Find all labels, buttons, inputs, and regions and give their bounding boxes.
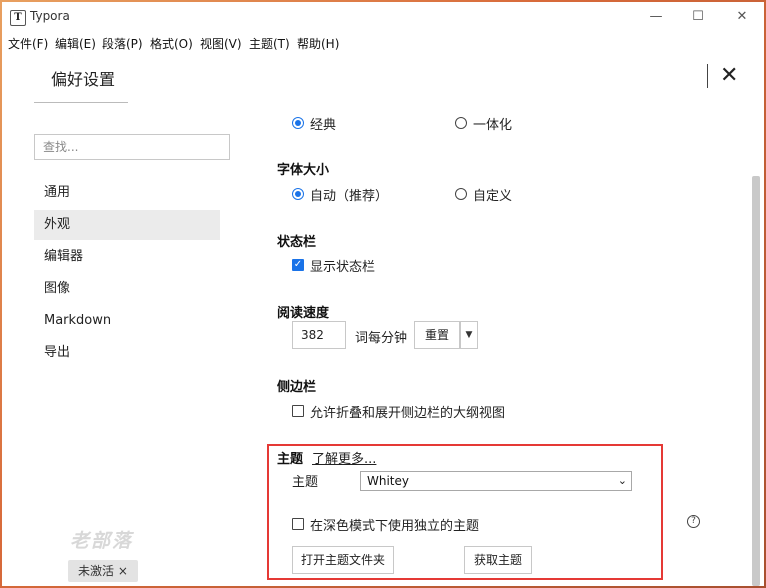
theme-select[interactable]: Whitey ⌄ — [360, 471, 632, 491]
sidebar-item-appearance[interactable]: 外观 — [34, 210, 220, 240]
chevron-down-icon: ⌄ — [617, 474, 627, 487]
sidebar-item-editor[interactable]: 编辑器 — [34, 242, 220, 272]
watermark-text: 老部落 — [70, 530, 134, 552]
window-title: Typora — [30, 9, 70, 23]
preferences-title: 偏好设置 — [51, 70, 116, 89]
reset-speed-button[interactable]: 重置 — [414, 321, 460, 349]
help-icon[interactable]: ? — [687, 515, 700, 528]
status-bar-heading: 状态栏 — [277, 235, 317, 250]
sidebar-item-image[interactable]: 图像 — [34, 274, 220, 304]
menu-bar: 文件(F) 编辑(E) 段落(P) 格式(O) 视图(V) 主题(T) 帮助(H… — [2, 32, 764, 54]
show-status-bar-checkbox[interactable]: ✓ — [292, 259, 304, 271]
radio-font-custom[interactable] — [455, 188, 467, 200]
reading-speed-unit: 词每分钟 — [355, 331, 408, 346]
radio-classic[interactable] — [292, 117, 304, 129]
radio-unified-label: 一体化 — [473, 118, 513, 133]
radio-unified[interactable] — [455, 117, 467, 129]
allow-outline-fold-checkbox[interactable] — [292, 405, 304, 417]
reset-dropdown-arrow[interactable]: ▼ — [460, 321, 478, 349]
content-scrollbar[interactable] — [752, 176, 760, 586]
allow-outline-fold-label: 允许折叠和展开侧边栏的大纲视图 — [310, 406, 506, 421]
show-status-bar-label: 显示状态栏 — [310, 260, 376, 275]
preferences-header: 偏好设置 ✕ — [2, 54, 764, 102]
menu-format[interactable]: 格式(O) — [150, 35, 193, 52]
open-theme-folder-button[interactable]: 打开主题文件夹 — [292, 546, 394, 574]
reading-speed-input[interactable] — [292, 321, 346, 349]
maximize-button[interactable]: ☐ — [684, 8, 712, 26]
radio-classic-label: 经典 — [310, 118, 337, 133]
theme-select-label: 主题 — [292, 475, 319, 490]
sidebar-item-export[interactable]: 导出 — [34, 338, 220, 368]
menu-paragraph[interactable]: 段落(P) — [102, 35, 143, 52]
sidebar-item-general[interactable]: 通用 — [34, 178, 220, 208]
header-divider — [707, 64, 708, 88]
theme-heading: 主题 — [277, 452, 304, 467]
radio-font-auto-label: 自动（推荐） — [310, 189, 389, 204]
menu-help[interactable]: 帮助(H) — [297, 35, 339, 52]
title-bar: T Typora — ☐ ✕ — [2, 2, 764, 32]
preferences-search-input[interactable] — [34, 134, 230, 160]
reading-speed-heading: 阅读速度 — [277, 306, 330, 321]
radio-font-custom-label: 自定义 — [473, 189, 513, 204]
menu-view[interactable]: 视图(V) — [200, 35, 242, 52]
preferences-sidebar: 通用 外观 编辑器 图像 Markdown 导出 老部落 未激活 × — [2, 102, 242, 586]
window-close-button[interactable]: ✕ — [728, 8, 756, 26]
typora-window: T Typora — ☐ ✕ 文件(F) 编辑(E) 段落(P) 格式(O) 视… — [2, 2, 764, 586]
dark-mode-theme-label: 在深色模式下使用独立的主题 — [310, 519, 480, 534]
typora-logo-icon: T — [10, 10, 26, 26]
learn-more-link[interactable]: 了解更多... — [312, 448, 376, 467]
sidebar-heading: 侧边栏 — [277, 380, 317, 395]
menu-edit[interactable]: 编辑(E) — [55, 35, 96, 52]
close-preferences-icon[interactable]: ✕ — [720, 62, 738, 90]
menu-file[interactable]: 文件(F) — [8, 35, 48, 52]
appearance-panel: 经典 一体化 字体大小 自动（推荐） 自定义 状态栏 ✓ 显示状态栏 阅读速度 … — [242, 102, 764, 586]
sidebar-divider — [34, 102, 128, 103]
menu-theme[interactable]: 主题(T) — [249, 35, 290, 52]
unactivated-badge[interactable]: 未激活 × — [68, 560, 138, 582]
get-themes-button[interactable]: 获取主题 — [464, 546, 532, 574]
minimize-button[interactable]: — — [642, 8, 670, 26]
dark-mode-theme-checkbox[interactable] — [292, 518, 304, 530]
sidebar-item-markdown[interactable]: Markdown — [34, 306, 220, 336]
font-size-heading: 字体大小 — [277, 163, 330, 178]
theme-select-value: Whitey — [367, 474, 409, 488]
radio-font-auto[interactable] — [292, 188, 304, 200]
